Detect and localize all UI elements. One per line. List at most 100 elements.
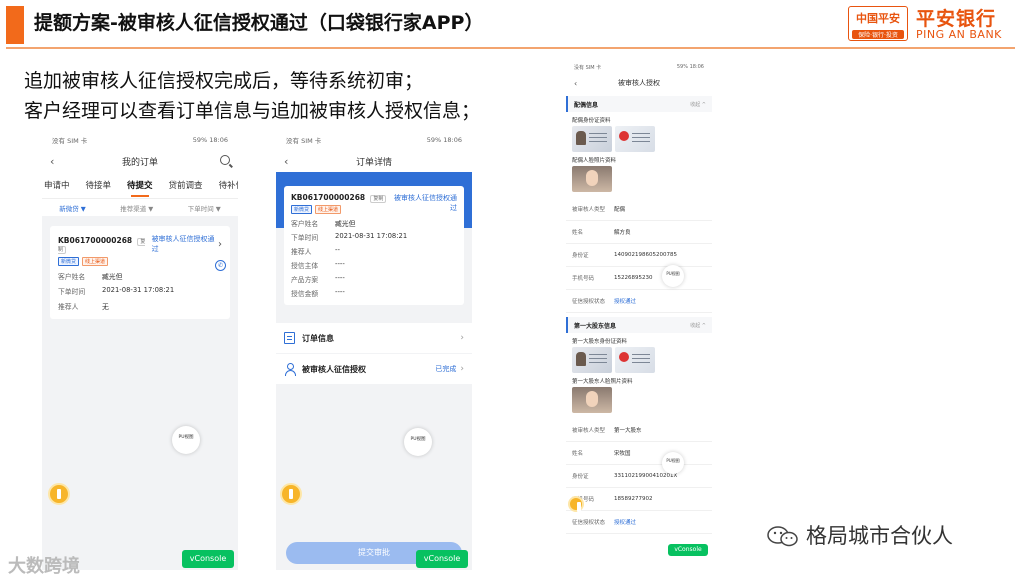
order-card[interactable]: KB061700000268 复制 被审核人征信授权通过 › 新微贷 线上渠道 … (50, 226, 230, 319)
filter-product[interactable]: 新微贷 ▼ (59, 203, 86, 213)
filter-order-time[interactable]: 下单时间 ▼ (188, 203, 221, 213)
back-icon[interactable]: ‹ (50, 155, 70, 168)
tag-channel: 线上渠道 (315, 205, 342, 214)
nav-bar: ‹ 订单详情 (276, 150, 472, 172)
section-shareholder: 第一大股东信息 收起 ^ (566, 317, 712, 333)
slide-title: 提额方案-被审核人征信授权通过（口袋银行家APP） (34, 12, 484, 34)
coin-float-icon[interactable] (48, 483, 70, 505)
status-carrier: 没有 SIM 卡 (52, 137, 88, 145)
tab-applying[interactable]: 申请中 (44, 179, 70, 191)
phone-auditee-authorization: 没有 SIM 卡 59% 18:06 ‹ 被审核人授权 配偶信息 收起 ^ 配偶… (566, 60, 712, 558)
field-row: 客户姓名 臧光但 (58, 273, 123, 281)
back-icon[interactable]: ‹ (574, 79, 594, 88)
pu-view-float-button[interactable]: PU视图 (662, 452, 684, 474)
shareholder-face-label: 第一大股东人脸照片资料 (572, 379, 633, 385)
collapse-toggle[interactable]: 收起 ^ (690, 101, 706, 108)
menu-credit-authorization-label: 被审核人征信授权 (302, 364, 366, 374)
pu-view-float-button[interactable]: PU视图 (662, 265, 684, 287)
vconsole-button[interactable]: vConsole (668, 544, 708, 556)
status-battery-time: 59% 18:06 (676, 64, 704, 70)
tab-pending-accept[interactable]: 待接单 (86, 179, 112, 191)
phone-call-icon[interactable]: ✆ (215, 260, 226, 271)
order-id: KB061700000268 (58, 235, 133, 245)
watermark-left: 大数跨境 (8, 556, 80, 577)
spouse-face-label: 配偶人脸照片资料 (572, 158, 617, 164)
field-row: 征信授权状态 授权通过 (566, 290, 712, 313)
spouse-id-images (566, 126, 712, 152)
filter-bar: 新微贷 ▼ 推荐渠道 ▼ 下单时间 ▼ (42, 198, 238, 216)
chevron-right-icon: › (460, 364, 464, 374)
page-title: 订单详情 (355, 157, 392, 168)
watermark-right: 格局城市合伙人 (806, 524, 953, 548)
field-row: 推荐人 -- (291, 246, 340, 256)
order-status: 被审核人征信授权通过 (394, 194, 457, 212)
coin-float-icon[interactable] (568, 496, 584, 512)
logo-slogan: 保险·银行·投资 (852, 30, 904, 39)
id-card-front-image[interactable] (572, 126, 612, 152)
vconsole-button[interactable]: vConsole (182, 550, 234, 568)
field-row: 姓名 宋牧国 (566, 442, 712, 465)
user-icon (284, 363, 296, 376)
tab-pending-docs[interactable]: 待补件 (219, 179, 238, 191)
nav-bar: ‹ 被审核人授权 (566, 74, 712, 92)
authorization-status: 授权通过 (614, 520, 637, 526)
menu-credit-authorization[interactable]: 被审核人征信授权 已完成 › (276, 354, 472, 384)
coin-float-icon[interactable] (280, 483, 302, 505)
field-row: 手机号码18589277902 (566, 488, 712, 511)
order-tabs: 申请中 待接单 待提交 贷前调查 待补件 (42, 172, 238, 198)
status-bar: 没有 SIM 卡 59% 18:06 (566, 60, 712, 74)
search-icon[interactable] (220, 155, 230, 165)
field-row: 身份证 33110219900410201X (566, 465, 712, 488)
field-row: 客户姓名 臧光但 (291, 220, 356, 228)
field-row: 授信金额 ---- (291, 288, 345, 298)
field-row: 推荐人无 (58, 303, 109, 311)
field-row: 授信主体 ---- (291, 260, 345, 270)
collapse-toggle[interactable]: 收起 ^ (690, 322, 706, 329)
pu-view-float-button[interactable]: PU视图 (172, 426, 200, 454)
header-divider (6, 47, 1015, 49)
tab-pre-loan-survey[interactable]: 贷前调查 (169, 179, 203, 191)
back-icon[interactable]: ‹ (284, 155, 304, 168)
pu-view-float-button[interactable]: PU视图 (404, 428, 432, 456)
accent-bar (6, 6, 24, 44)
authorization-status: 已完成 (435, 365, 457, 373)
page-title: 我的订单 (121, 157, 158, 168)
tab-pending-submit[interactable]: 待提交 (127, 179, 153, 197)
phone-order-detail: 没有 SIM 卡 59% 18:06 ‹ 订单详情 KB061700000268… (276, 130, 472, 570)
copy-button[interactable]: 复制 (370, 195, 387, 203)
field-row: 姓名 解方良 (566, 221, 712, 244)
field-row: 产品方案 ---- (291, 274, 345, 284)
vconsole-button[interactable]: vConsole (416, 550, 468, 568)
field-row: 被审核人类型 配偶 (566, 198, 712, 221)
bank-name: 平安银行 (916, 8, 997, 30)
status-bar: 没有 SIM 卡 59% 18:06 (42, 130, 238, 150)
spouse-face-photo[interactable] (572, 166, 612, 192)
shareholder-id-images (566, 347, 712, 373)
id-card-front-image[interactable] (572, 347, 612, 373)
filter-channel[interactable]: 推荐渠道 ▼ (120, 203, 153, 213)
shareholder-face-photo[interactable] (572, 387, 612, 413)
status-bar: 没有 SIM 卡 59% 18:06 (276, 130, 472, 150)
tag-product: 新微贷 (58, 257, 80, 266)
wechat-icon (767, 526, 798, 547)
field-row: 征信授权状态 授权通过 (566, 511, 712, 534)
phone-my-orders: 没有 SIM 卡 59% 18:06 ‹ 我的订单 申请中 待接单 待提交 贷前… (42, 130, 238, 570)
logo-text: 中国平安 (856, 12, 900, 25)
field-row: 手机号码 15226895230 (566, 267, 712, 290)
field-row: 下单时间 2021-08-31 17:08:21 (58, 286, 175, 296)
chevron-right-icon: › (218, 238, 222, 250)
spouse-id-label: 配偶身份证资料 (572, 118, 611, 124)
description-line-2: 客户经理可以查看订单信息与追加被审核人授权信息； (24, 100, 481, 122)
field-row: 被审核人类型 第一大股东 (566, 419, 712, 442)
field-row: 下单时间 2021-08-31 17:08:21 (291, 232, 408, 242)
nav-bar: ‹ 我的订单 (42, 150, 238, 172)
id-card-back-image[interactable] (615, 347, 655, 373)
authorization-status: 授权通过 (614, 299, 637, 305)
field-row: 身份证 140902198605200785 (566, 244, 712, 267)
id-card-back-image[interactable] (615, 126, 655, 152)
menu-order-info[interactable]: 订单信息 › (276, 323, 472, 353)
status-carrier: 没有 SIM 卡 (574, 64, 602, 71)
order-status: 被审核人征信授权通过 (151, 235, 215, 253)
section-spouse: 配偶信息 收起 ^ (566, 96, 712, 112)
tag-product: 新微贷 (291, 205, 313, 214)
